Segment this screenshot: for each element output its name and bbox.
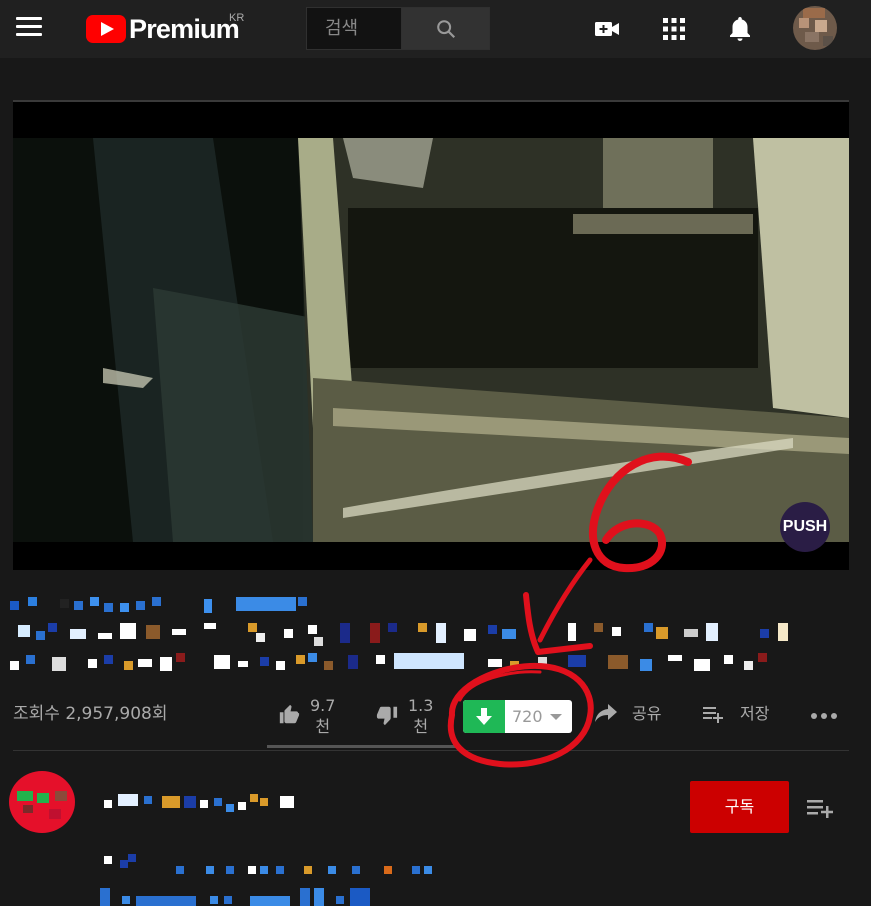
view-count: 조회수 2,957,908회 [13, 704, 168, 724]
download-quality-button[interactable]: 720 [463, 700, 572, 733]
like-unit: 천 [315, 717, 331, 736]
download-button[interactable] [463, 700, 505, 733]
channel-avatar[interactable] [9, 771, 75, 833]
playlist-add-icon[interactable] [806, 796, 836, 820]
like-ratio-bar [267, 745, 461, 748]
create-video-icon[interactable] [592, 14, 622, 44]
thumbs-up-icon [279, 704, 300, 724]
more-options-icon[interactable] [810, 711, 838, 721]
search-icon [437, 20, 456, 39]
youtube-premium-logo[interactable]: Premium KR [86, 12, 244, 46]
subscribe-button[interactable]: 구독 [690, 781, 789, 833]
video-scene [13, 138, 849, 542]
download-arrow-icon [476, 708, 492, 725]
search-input[interactable]: 검색 [306, 7, 402, 50]
save-button[interactable]: 저장 [702, 703, 769, 725]
channel-info-censored [100, 790, 440, 906]
like-button[interactable]: 9.7 천 [278, 695, 335, 737]
like-count: 9.7 [310, 696, 336, 715]
chevron-down-icon [550, 714, 562, 720]
notifications-bell-icon[interactable] [725, 14, 755, 44]
search-button[interactable] [401, 7, 490, 50]
video-frame [13, 138, 849, 542]
save-label: 저장 [740, 704, 770, 723]
dislike-button[interactable]: 1.3 천 [376, 695, 433, 737]
apps-grid-icon[interactable] [659, 14, 689, 44]
user-avatar[interactable] [793, 6, 837, 50]
thumbs-down-icon [376, 706, 398, 726]
channel-watermark: PUSH [780, 502, 830, 552]
divider [13, 750, 849, 751]
playlist-add-icon [703, 707, 723, 723]
video-title-censored [8, 595, 798, 675]
logo-text: Premium [129, 13, 240, 44]
video-player[interactable]: PUSH [13, 100, 849, 570]
logo-region: KR [229, 12, 245, 24]
top-bar: Premium KR 검색 [0, 0, 871, 58]
share-label: 공유 [632, 704, 662, 723]
youtube-play-icon [86, 15, 126, 43]
menu-icon[interactable] [16, 17, 42, 41]
share-button[interactable]: 공유 [594, 703, 661, 725]
dislike-count: 1.3 [408, 696, 434, 715]
dislike-unit: 천 [413, 717, 429, 736]
share-icon [595, 704, 617, 722]
